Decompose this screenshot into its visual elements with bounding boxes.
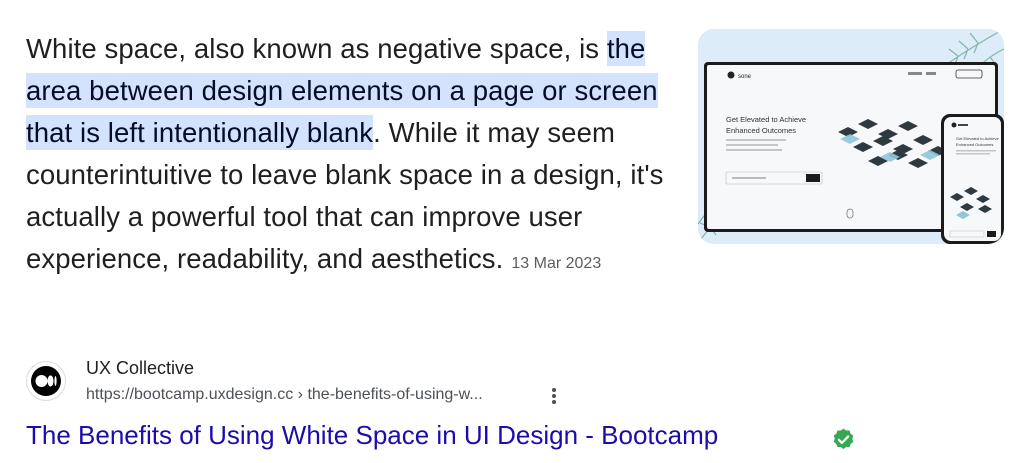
medium-logo-icon[interactable] [26,361,66,401]
result-source: UX Collective https://bootcamp.uxdesign.… [26,356,726,412]
more-vert-icon[interactable] [544,384,564,408]
svg-text:Get Elevated to Achieve: Get Elevated to Achieve [956,136,999,141]
snippet-date: 13 Mar 2023 [511,255,602,272]
svg-text:Enhanced Outcomes: Enhanced Outcomes [956,142,993,147]
verified-check-icon [833,428,854,449]
thumbnail-image: sone Get Elevated to Achieve Enhanced Ou… [698,29,1004,244]
snippet-thumbnail[interactable]: sone Get Elevated to Achieve Enhanced Ou… [698,29,1004,244]
svg-text:Get Elevated to Achieve: Get Elevated to Achieve [726,115,806,124]
svg-text:Enhanced Outcomes: Enhanced Outcomes [726,126,796,135]
result-title-link[interactable]: The Benefits of Using White Space in UI … [26,420,718,451]
snippet-text: White space, also known as negative spac… [26,28,686,285]
svg-text:sone: sone [738,74,752,80]
site-name[interactable]: UX Collective [86,358,194,379]
featured-snippet: White space, also known as negative spac… [0,0,1033,463]
snippet-text-before: White space, also known as negative spac… [26,33,607,64]
site-url-breadcrumb[interactable]: https://bootcamp.uxdesign.cc › the-benef… [86,386,483,404]
